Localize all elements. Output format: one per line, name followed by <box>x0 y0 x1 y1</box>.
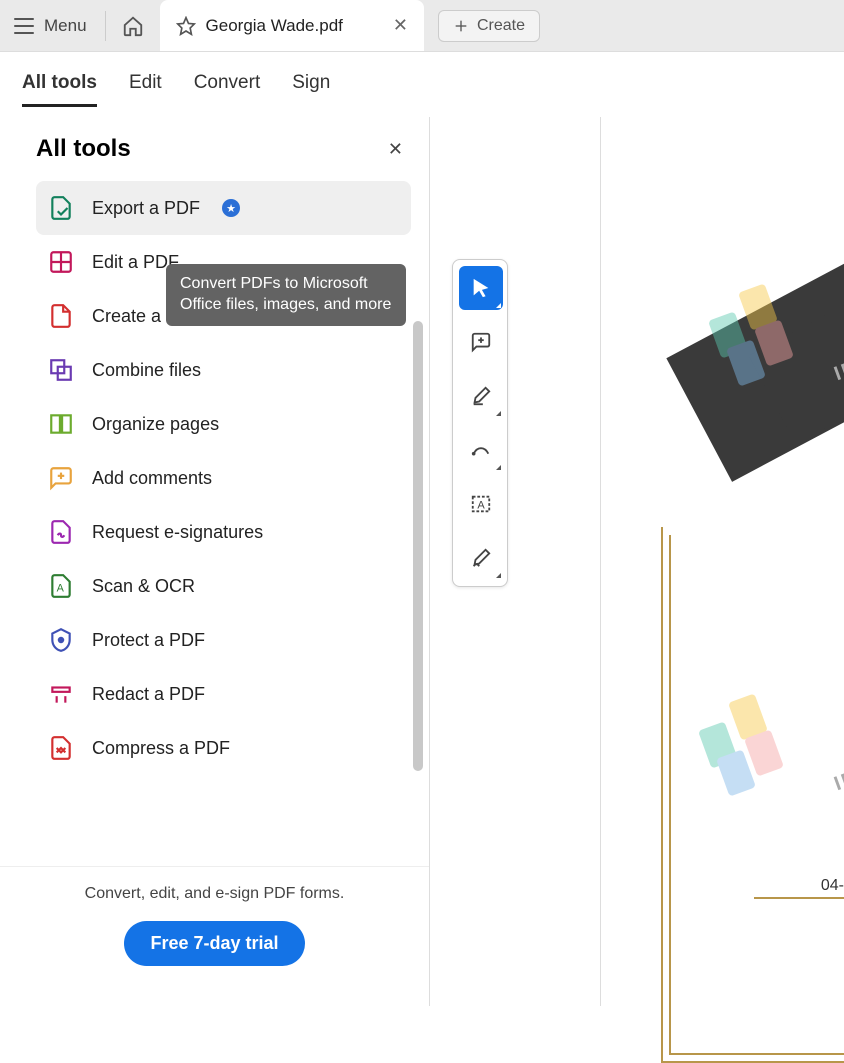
comments-icon <box>48 465 74 491</box>
nav-tab-sign[interactable]: Sign <box>292 72 330 107</box>
sidebar-header: All tools ✕ <box>0 117 429 175</box>
organize-icon <box>48 411 74 437</box>
tool-compress-pdf[interactable]: Compress a PDF <box>36 721 411 775</box>
tool-label: Add comments <box>92 468 212 489</box>
content-area: All tools ✕ Export a PDF ★ Edit a PDF <box>0 117 844 1006</box>
watermark-icon <box>714 287 804 377</box>
hamburger-icon <box>14 18 34 34</box>
doc-date-underline <box>754 897 844 899</box>
divider <box>105 11 106 41</box>
sidebar-title: All tools <box>36 135 131 163</box>
sign-tool[interactable] <box>459 536 503 580</box>
tool-label: Compress a PDF <box>92 738 230 759</box>
svg-text:A: A <box>477 500 485 512</box>
sign-icon <box>470 547 492 569</box>
plus-icon <box>453 18 469 34</box>
tool-label: Redact a PDF <box>92 684 205 705</box>
doc-date-text: 04- <box>821 877 844 895</box>
tool-label: Request e-signatures <box>92 522 263 543</box>
top-bar: Menu Georgia Wade.pdf ✕ Create <box>0 0 844 52</box>
combine-icon <box>48 357 74 383</box>
vertical-toolbar: A <box>452 259 508 587</box>
tool-label: Combine files <box>92 360 201 381</box>
highlight-tool[interactable] <box>459 374 503 418</box>
star-icon <box>176 16 196 36</box>
tool-combine-files[interactable]: Combine files <box>36 343 411 397</box>
sidebar-scrollbar[interactable] <box>413 321 423 771</box>
home-icon <box>122 15 144 37</box>
tool-redact-pdf[interactable]: Redact a PDF <box>36 667 411 721</box>
create-button[interactable]: Create <box>438 10 540 42</box>
tab-title: Georgia Wade.pdf <box>206 16 343 36</box>
sidebar: All tools ✕ Export a PDF ★ Edit a PDF <box>0 117 430 1006</box>
tool-export-pdf[interactable]: Export a PDF ★ <box>36 181 411 235</box>
highlighter-icon <box>470 385 492 407</box>
comment-tool[interactable] <box>459 320 503 364</box>
tool-protect-pdf[interactable]: Protect a PDF <box>36 613 411 667</box>
document-preview[interactable]: 04- IRC IRC <box>600 117 844 1006</box>
tool-request-esignatures[interactable]: Request e-signatures <box>36 505 411 559</box>
close-tab-button[interactable]: ✕ <box>393 15 408 36</box>
free-trial-button[interactable]: Free 7-day trial <box>124 921 304 966</box>
nav-tab-all-tools[interactable]: All tools <box>22 72 97 107</box>
draw-tool[interactable] <box>459 428 503 472</box>
create-pdf-icon <box>48 303 74 329</box>
redact-icon <box>48 681 74 707</box>
select-tool[interactable] <box>459 266 503 310</box>
compress-icon <box>48 735 74 761</box>
promo-text: Convert, edit, and e-sign PDF forms. <box>0 885 429 903</box>
nav-tab-edit[interactable]: Edit <box>129 72 162 107</box>
scan-icon: A <box>48 573 74 599</box>
protect-icon <box>48 627 74 653</box>
sidebar-footer: Convert, edit, and e-sign PDF forms. Fre… <box>0 866 429 1006</box>
home-button[interactable] <box>110 0 156 51</box>
close-sidebar-button[interactable]: ✕ <box>388 139 403 160</box>
tool-label: Organize pages <box>92 414 219 435</box>
document-tab[interactable]: Georgia Wade.pdf ✕ <box>160 0 424 51</box>
premium-badge-icon: ★ <box>222 199 240 217</box>
tool-scan-ocr[interactable]: A Scan & OCR <box>36 559 411 613</box>
tool-label: Protect a PDF <box>92 630 205 651</box>
comment-icon <box>470 331 492 353</box>
doc-frame-inner <box>669 535 844 1055</box>
svg-text:A: A <box>57 582 65 594</box>
menu-button[interactable]: Menu <box>0 0 101 51</box>
create-label: Create <box>477 17 525 35</box>
tooltip: Convert PDFs to Microsoft Office files, … <box>166 264 406 326</box>
menu-label: Menu <box>44 16 87 36</box>
nav-tab-convert[interactable]: Convert <box>194 72 261 107</box>
esign-icon <box>48 519 74 545</box>
draw-icon <box>470 439 492 461</box>
tool-organize-pages[interactable]: Organize pages <box>36 397 411 451</box>
text-select-tool[interactable]: A <box>459 482 503 526</box>
text-select-icon: A <box>470 493 492 515</box>
tool-add-comments[interactable]: Add comments <box>36 451 411 505</box>
edit-pdf-icon <box>48 249 74 275</box>
nav-tabs: All tools Edit Convert Sign <box>0 52 844 117</box>
tool-label: Scan & OCR <box>92 576 195 597</box>
watermark-icon <box>704 697 794 787</box>
cursor-icon <box>470 277 492 299</box>
export-pdf-icon <box>48 195 74 221</box>
tool-label: Export a PDF <box>92 198 200 219</box>
